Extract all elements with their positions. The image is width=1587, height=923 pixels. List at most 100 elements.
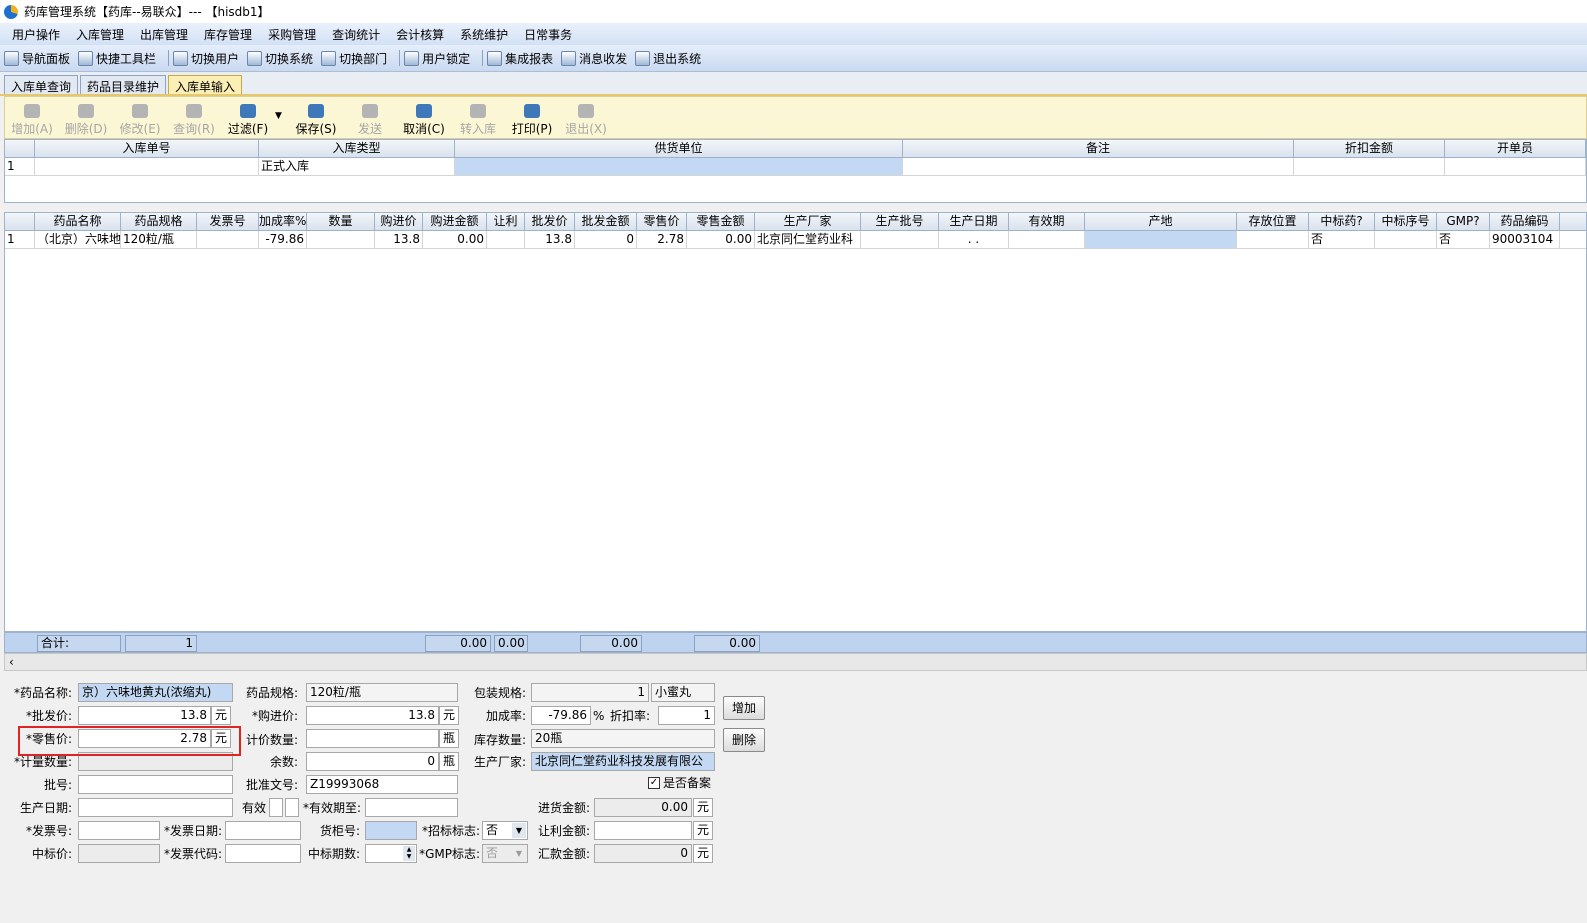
detail-grid-column[interactable]: 购进金额 xyxy=(423,213,487,230)
detail-grid-column[interactable]: 零售价 xyxy=(637,213,687,230)
cell-name[interactable]: （北京）六味地 xyxy=(35,231,121,248)
detail-grid-column[interactable]: 数量 xyxy=(307,213,375,230)
horizontal-scrollbar[interactable]: ‹ xyxy=(4,653,1587,671)
detail-grid-column[interactable]: 有效期 xyxy=(1009,213,1085,230)
add-tool-button[interactable]: 增加(A) xyxy=(5,97,59,137)
cell-operator[interactable] xyxy=(1445,158,1586,175)
tab-2[interactable]: 入库单输入 xyxy=(168,75,243,94)
remainder-input[interactable]: 0 xyxy=(306,752,439,771)
cell-remark[interactable] xyxy=(903,158,1294,175)
edit-tool-button[interactable]: 修改(E) xyxy=(113,97,167,137)
cell-wholesale[interactable]: 13.8 xyxy=(525,231,575,248)
exit-tool-button[interactable]: 退出(X) xyxy=(559,97,613,137)
valid-input-1[interactable] xyxy=(269,798,283,817)
cell-qty[interactable] xyxy=(307,231,375,248)
cell-rebate[interactable] xyxy=(487,231,525,248)
pack-unit-input[interactable]: 小蜜丸 xyxy=(651,683,715,702)
header-grid-column[interactable]: 折扣金额 xyxy=(1294,140,1445,157)
buy-price-input[interactable]: 13.8 xyxy=(306,706,439,725)
detail-grid-column[interactable]: 生产厂家 xyxy=(755,213,861,230)
discount-input[interactable]: 1 xyxy=(658,706,715,725)
detail-grid-column[interactable]: 让利 xyxy=(487,213,525,230)
delete-button[interactable]: 删除 xyxy=(723,728,765,752)
header-grid-column[interactable]: 备注 xyxy=(903,140,1294,157)
detail-grid-column[interactable]: 中标序号 xyxy=(1375,213,1437,230)
in-amount-input[interactable]: 0.00 xyxy=(594,798,692,817)
cell-markup[interactable]: -79.86 xyxy=(259,231,307,248)
markup-input[interactable]: -79.86 xyxy=(531,706,591,725)
detail-grid-column[interactable]: 生产日期 xyxy=(939,213,1009,230)
stepper-arrows-icon[interactable]: ▲ ▼ xyxy=(403,846,415,861)
menu-item[interactable]: 采购管理 xyxy=(260,26,324,43)
menu-item[interactable]: 库存管理 xyxy=(196,26,260,43)
menu-item[interactable]: 出库管理 xyxy=(132,26,196,43)
save-tool-button[interactable]: 保存(S) xyxy=(289,97,343,137)
header-grid-column[interactable]: 入库类型 xyxy=(259,140,455,157)
drug-name-input[interactable]: 京）六味地黄丸(浓缩丸) xyxy=(78,683,233,702)
report-button[interactable]: 集成报表 xyxy=(487,50,553,67)
query-tool-button[interactable]: 查询(R) xyxy=(167,97,221,137)
switch-dept-button[interactable]: 切换部门 xyxy=(321,50,387,67)
gmp-select[interactable]: 否 ▼ xyxy=(482,844,528,863)
filed-checkbox[interactable]: ✓ xyxy=(648,777,660,789)
message-button[interactable]: 消息收发 xyxy=(561,50,627,67)
expire-input[interactable] xyxy=(365,798,458,817)
tab-1[interactable]: 药品目录维护 xyxy=(80,75,167,94)
exit-system-button[interactable]: 退出系统 xyxy=(635,50,701,67)
header-grid-row[interactable]: 1 正式入库 xyxy=(5,158,1586,176)
lock-user-button[interactable]: 用户锁定 xyxy=(404,50,470,67)
cell-spec[interactable]: 120粒/瓶 xyxy=(121,231,197,248)
detail-grid-column[interactable]: 药品编码 xyxy=(1490,213,1560,230)
cell-buy-amount[interactable]: 0.00 xyxy=(423,231,487,248)
menu-item[interactable]: 日常事务 xyxy=(516,26,580,43)
send-tool-button[interactable]: 发送 xyxy=(343,97,397,137)
header-grid-column[interactable]: 入库单号 xyxy=(35,140,259,157)
detail-grid-column[interactable]: 批发金额 xyxy=(575,213,637,230)
switch-system-button[interactable]: 切换系统 xyxy=(247,50,313,67)
wholesale-input[interactable]: 13.8 xyxy=(78,706,211,725)
header-grid-column[interactable]: 开单员 xyxy=(1445,140,1586,157)
cell-retail-amount[interactable]: 0.00 xyxy=(687,231,755,248)
remit-input[interactable]: 0 xyxy=(594,844,692,863)
cell-wholesale-amount[interactable]: 0 xyxy=(575,231,637,248)
cell-gmp[interactable]: 否 xyxy=(1437,231,1490,248)
cancel-tool-button[interactable]: 取消(C) xyxy=(397,97,451,137)
nav-panel-button[interactable]: 导航面板 xyxy=(4,50,70,67)
add-button[interactable]: 增加 xyxy=(723,696,765,720)
count-input[interactable] xyxy=(306,729,439,748)
menu-item[interactable]: 用户操作 xyxy=(4,26,68,43)
switch-user-button[interactable]: 切换用户 xyxy=(173,50,239,67)
cell-maker[interactable]: 北京同仁堂药业科 xyxy=(755,231,861,248)
tab-0[interactable]: 入库单查询 xyxy=(4,75,79,94)
maker-input[interactable]: 北京同仁堂药业科技发展有限公 xyxy=(531,752,715,771)
transfer-tool-button[interactable]: 转入库 xyxy=(451,97,505,137)
menu-item[interactable]: 查询统计 xyxy=(324,26,388,43)
detail-grid-column[interactable]: 购进价 xyxy=(375,213,423,230)
bid-flag-select[interactable]: 否 ▼ xyxy=(482,821,528,840)
cell-origin[interactable] xyxy=(1085,231,1237,248)
invoice-code-input[interactable] xyxy=(225,844,301,863)
print-tool-button[interactable]: 打印(P) xyxy=(505,97,559,137)
batch-input[interactable] xyxy=(78,775,233,794)
detail-grid-column[interactable]: 存放位置 xyxy=(1237,213,1309,230)
detail-grid-column[interactable]: 加成率% xyxy=(259,213,307,230)
bid-price-input[interactable] xyxy=(78,844,160,863)
detail-grid-column[interactable]: 药品名称 xyxy=(35,213,121,230)
cell-retail[interactable]: 2.78 xyxy=(637,231,687,248)
detail-grid-column[interactable]: 中标药? xyxy=(1309,213,1375,230)
cell-discount[interactable] xyxy=(1294,158,1445,175)
header-grid-column[interactable]: 供货单位 xyxy=(455,140,903,157)
delete-tool-button[interactable]: 删除(D) xyxy=(59,97,113,137)
cell-prod-date[interactable]: . . xyxy=(939,231,1009,248)
cell-supplier[interactable] xyxy=(455,158,903,175)
bid-period-stepper[interactable]: ▲ ▼ xyxy=(365,844,417,863)
detail-grid-column[interactable]: GMP? xyxy=(1437,213,1490,230)
cell-expire[interactable] xyxy=(1009,231,1085,248)
filter-tool-button[interactable]: 过滤(F) xyxy=(221,97,275,137)
cell-bid[interactable]: 否 xyxy=(1309,231,1375,248)
shelf-input[interactable] xyxy=(365,821,417,840)
invoice-date-input[interactable] xyxy=(225,821,301,840)
detail-grid-row[interactable]: 1 （北京）六味地 120粒/瓶 -79.86 13.8 0.00 13.8 0 2.78 0.0… xyxy=(5,231,1586,249)
detail-grid-column[interactable]: 生产批号 xyxy=(861,213,939,230)
pack-qty-input[interactable]: 1 xyxy=(531,683,649,702)
